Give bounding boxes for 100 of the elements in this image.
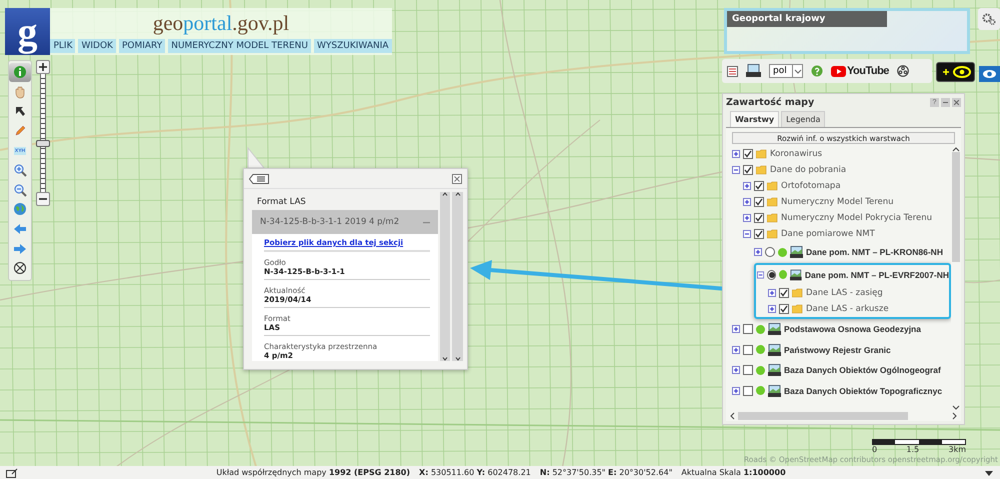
- scroll-down-icon[interactable]: [442, 357, 448, 361]
- minimize-button[interactable]: [941, 98, 950, 107]
- checkbox[interactable]: [779, 304, 789, 314]
- caret-icon[interactable]: [984, 468, 994, 476]
- expand-icon[interactable]: [732, 386, 740, 395]
- layer-name[interactable]: Dane pom. NMT – PL-EVRF2007-NH: [804, 270, 949, 280]
- checkbox[interactable]: [754, 197, 764, 207]
- scroll-up-icon[interactable]: [454, 192, 460, 196]
- menu-item[interactable]: PLIK: [50, 39, 76, 53]
- checkbox[interactable]: [754, 213, 764, 223]
- checkbox[interactable]: [743, 165, 753, 175]
- expand-icon[interactable]: [743, 214, 751, 222]
- cursor-arrow-icon: [13, 104, 27, 118]
- scrollbar[interactable]: [440, 192, 450, 361]
- radio-button[interactable]: [765, 247, 775, 258]
- expand-icon[interactable]: [732, 150, 740, 158]
- checkbox[interactable]: [743, 324, 753, 334]
- checkbox[interactable]: [743, 365, 753, 376]
- expand-icon[interactable]: [768, 289, 776, 297]
- dropdown-caret-icon: [792, 65, 802, 77]
- collapse-icon[interactable]: [743, 230, 751, 238]
- minimize-icon: [943, 102, 948, 103]
- checkbox[interactable]: [743, 149, 753, 159]
- list-collapse-icon[interactable]: [249, 174, 269, 184]
- zoom-in-button[interactable]: [36, 60, 50, 74]
- expand-icon[interactable]: [754, 248, 762, 256]
- expand-icon[interactable]: [732, 366, 740, 374]
- scroll-right-icon[interactable]: [952, 412, 957, 420]
- site-title: geoportal.gov.pl: [152, 10, 290, 36]
- layer-name[interactable]: Dane LAS - arkusze: [806, 304, 889, 314]
- expand-icon[interactable]: [732, 346, 740, 354]
- layer-name[interactable]: Numeryczny Model Pokrycia Terenu: [781, 213, 932, 223]
- help-button[interactable]: [811, 65, 823, 77]
- layer-name[interactable]: Numeryczny Model Terenu: [781, 197, 894, 207]
- tab[interactable]: Legenda: [781, 111, 826, 127]
- layer-name[interactable]: Dane LAS - zasięg: [806, 288, 883, 298]
- film-reel-button[interactable]: [896, 65, 909, 77]
- scrollbar[interactable]: [452, 192, 463, 361]
- checkbox[interactable]: [754, 229, 764, 239]
- menu-item[interactable]: WIDOK: [78, 39, 116, 53]
- status-dot: [778, 248, 787, 257]
- arrow-left-icon: [13, 222, 27, 236]
- print-button[interactable]: [746, 64, 761, 78]
- layer-list-button[interactable]: [727, 66, 738, 76]
- checkbox[interactable]: [754, 181, 764, 191]
- map-print-icon: [746, 64, 761, 78]
- layer-name[interactable]: Koronawirus: [770, 149, 822, 159]
- pencil-icon: [13, 124, 27, 138]
- map-service-icon: [768, 323, 781, 336]
- collapse-icon[interactable]: [732, 166, 740, 174]
- checkbox[interactable]: [743, 344, 753, 355]
- folder-icon: [767, 229, 778, 239]
- layer-name[interactable]: Dane pom. NMT – PL-KRON86-NH: [806, 247, 943, 258]
- checkbox[interactable]: [743, 386, 753, 396]
- layer-name[interactable]: Baza Danych Obiektów Topograficznyc: [784, 386, 942, 396]
- scroll-down-icon[interactable]: [952, 405, 960, 411]
- scroll-up-icon[interactable]: [952, 146, 960, 152]
- layer-name[interactable]: Dane pomiarowe NMT: [781, 229, 875, 239]
- scroll-left-icon[interactable]: [730, 412, 735, 420]
- layer-name[interactable]: Dane do pobrania: [770, 165, 846, 175]
- zoom-slider-thumb[interactable]: [36, 140, 50, 148]
- hand-icon: [13, 84, 27, 99]
- window-corner-icon[interactable]: [6, 468, 18, 478]
- eye-icon: [982, 69, 997, 79]
- youtube-link[interactable]: YouTube: [831, 65, 889, 77]
- close-icon[interactable]: [452, 174, 462, 184]
- high-contrast-button[interactable]: [936, 62, 975, 82]
- scroll-up-icon[interactable]: [442, 192, 448, 196]
- logo[interactable]: g: [5, 8, 50, 55]
- eye-button[interactable]: [979, 66, 1000, 82]
- play-icon: [831, 66, 846, 76]
- menu-item[interactable]: NUMERYCZNY MODEL TERENU: [168, 39, 311, 53]
- zoom-out-button[interactable]: [36, 192, 50, 206]
- vertical-scrollbar[interactable]: [951, 146, 961, 411]
- expand-icon[interactable]: [768, 305, 776, 313]
- collapse-icon[interactable]: [757, 270, 764, 279]
- close-button[interactable]: [952, 98, 961, 107]
- overview-map[interactable]: Geoportal krajowy: [724, 8, 970, 54]
- expand-icon[interactable]: [732, 325, 740, 334]
- menu-item[interactable]: WYSZUKIWANIA: [314, 39, 392, 53]
- layer-name[interactable]: Państwowy Rejestr Granic: [784, 344, 891, 355]
- radio-button[interactable]: [767, 270, 776, 280]
- expand-icon[interactable]: [743, 198, 751, 206]
- plus-icon: [39, 63, 47, 71]
- layer-name[interactable]: Ortofotomapa: [781, 181, 841, 191]
- layer-name[interactable]: Baza Danych Obiektów Ogólnogeograf: [784, 365, 941, 376]
- expand-icon[interactable]: [743, 182, 751, 190]
- tab[interactable]: Warstwy: [730, 111, 780, 127]
- menu-item[interactable]: POMIARY: [118, 39, 166, 53]
- collapse-icon: [423, 220, 430, 224]
- status-dot: [779, 270, 788, 280]
- info-icon: [13, 65, 27, 80]
- layer-name[interactable]: Podstawowa Osnowa Geodezyjna: [784, 324, 921, 334]
- scroll-down-icon[interactable]: [454, 357, 460, 361]
- checkbox[interactable]: [779, 288, 789, 298]
- settings-button[interactable]: [978, 8, 1000, 30]
- section-header[interactable]: N-34-125-B-b-3-1-1 2019 4 p/m2: [252, 210, 438, 234]
- language-select[interactable]: pol: [769, 64, 803, 78]
- status-dot: [756, 386, 765, 396]
- full-extent-icon: [13, 261, 27, 276]
